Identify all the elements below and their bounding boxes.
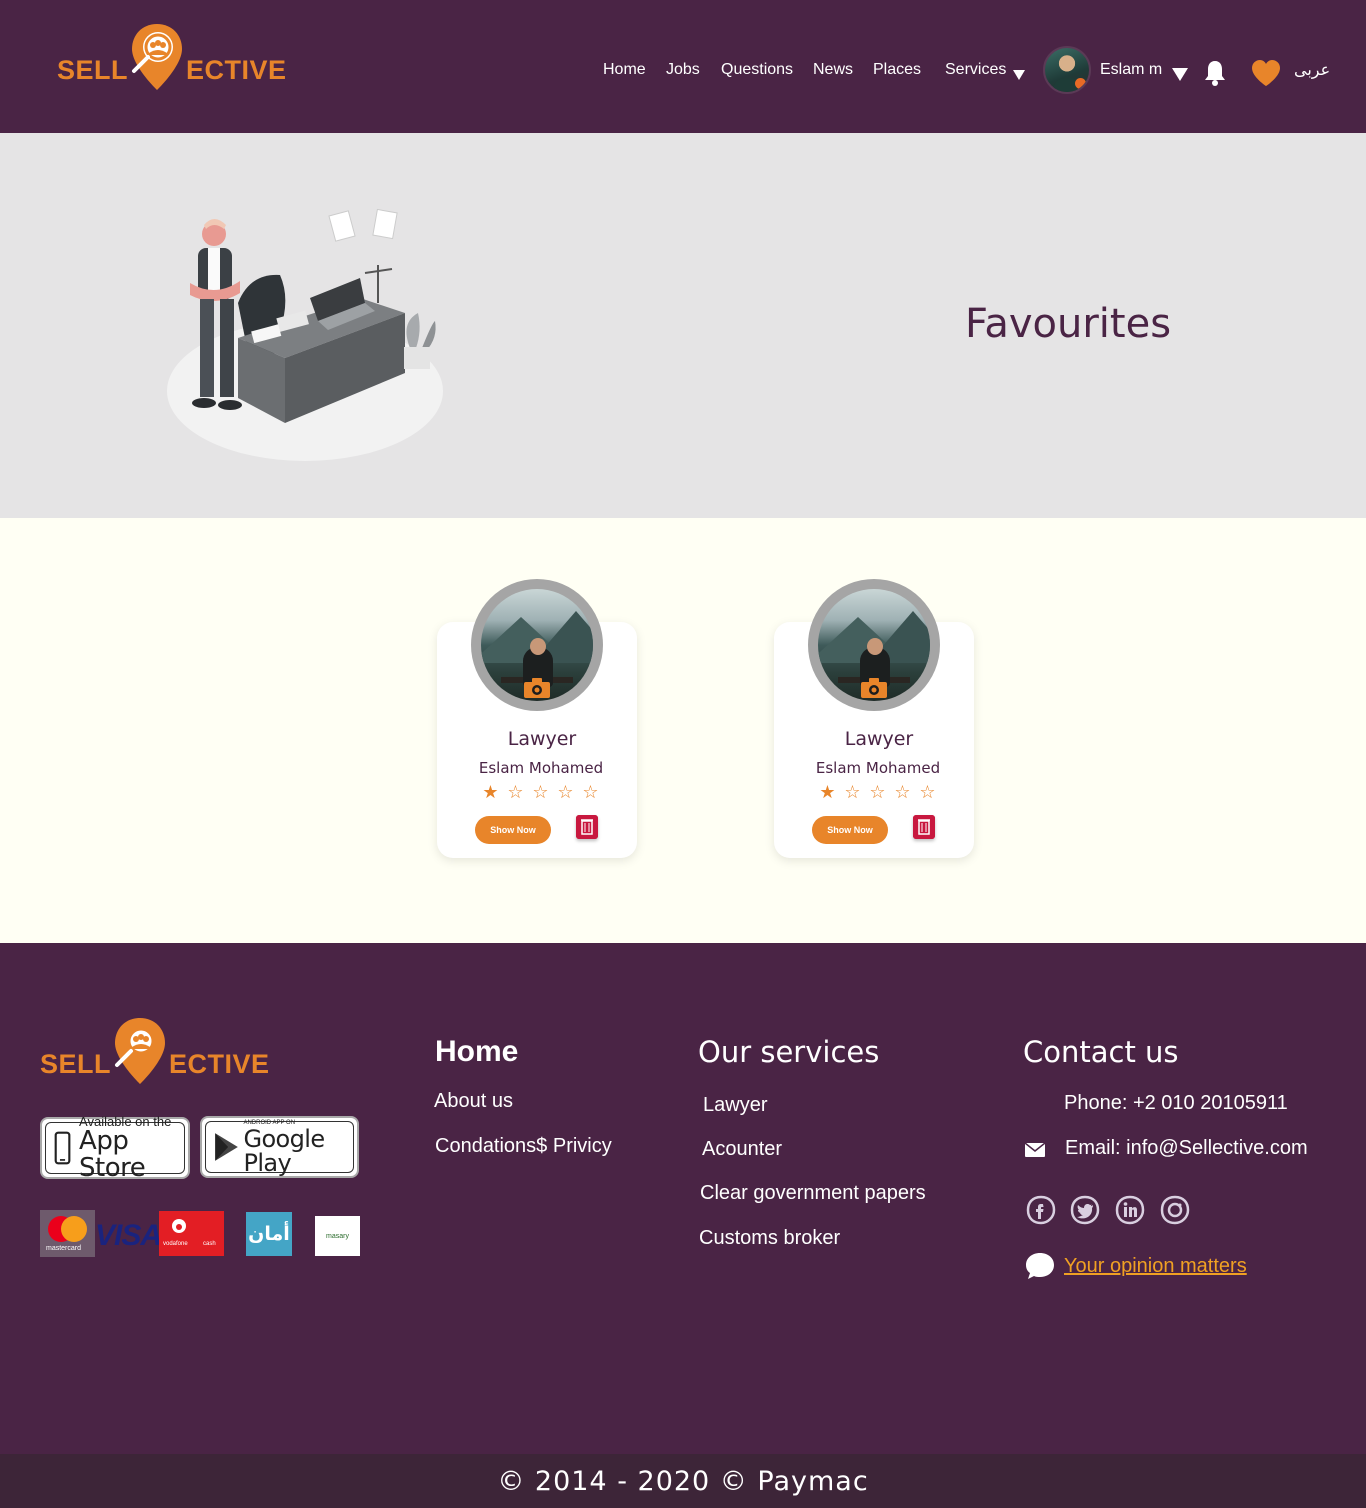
show-now-button[interactable]: Show Now (812, 816, 888, 844)
user-avatar[interactable] (1043, 46, 1091, 94)
footer-link-about[interactable]: About us (434, 1090, 513, 1113)
star-empty-icon[interactable]: ☆ (531, 783, 550, 802)
photo-person-head (867, 638, 883, 655)
footer-contact-heading: Contact us (1023, 1035, 1179, 1069)
online-status-dot (1075, 78, 1086, 89)
camera-icon[interactable] (523, 677, 551, 699)
star-filled-icon[interactable]: ★ (481, 783, 500, 802)
contact-email[interactable]: Email: info@Sellective.com (1065, 1137, 1308, 1160)
mastercard-circles-icon (48, 1216, 87, 1242)
cash-text: cash (203, 1241, 216, 1247)
app-store-big-text: App Store (79, 1125, 146, 1183)
feedback-link[interactable]: Your opinion matters (1064, 1255, 1247, 1278)
mastercard-logo: mastercard (40, 1210, 95, 1257)
logo-text-right: ECTIVE (169, 1048, 270, 1079)
logo-text-right: ECTIVE (186, 54, 287, 85)
footer-link-government-papers[interactable]: Clear government papers (700, 1182, 926, 1205)
contact-phone[interactable]: Phone: +2 010 20105911 (1064, 1092, 1288, 1115)
star-empty-icon[interactable]: ☆ (893, 783, 912, 802)
show-now-button[interactable]: Show Now (475, 816, 551, 844)
page-title: Favourites (965, 301, 1172, 347)
footer-logo[interactable]: SELL ECTIVE (40, 1016, 270, 1086)
phone-icon (54, 1131, 71, 1165)
footer-link-customs-broker[interactable]: Customs broker (699, 1227, 840, 1250)
copyright-bar: © 2014 - 2020 © Paymac (0, 1454, 1366, 1508)
card-role: Lawyer (844, 728, 914, 750)
mastercard-text: mastercard (46, 1245, 82, 1252)
logo-text-left: SELL (57, 54, 129, 85)
card-name: Eslam Mohamed (815, 759, 941, 777)
vodafone-icon (172, 1219, 186, 1233)
site-footer: SELL ECTIVE Available on the App Store A… (0, 943, 1366, 1454)
photo-person-head (530, 638, 546, 655)
nav-home[interactable]: Home (603, 61, 646, 79)
star-empty-icon[interactable]: ☆ (556, 783, 575, 802)
camera-icon[interactable] (860, 677, 888, 699)
mail-icon (1025, 1143, 1045, 1157)
star-empty-icon[interactable]: ☆ (868, 783, 887, 802)
app-store-badge-inner: Available on the App Store (45, 1115, 185, 1181)
google-play-badge[interactable]: ANDROID APP ON Google Play (200, 1116, 359, 1178)
hero-banner: Favourites (0, 133, 1366, 518)
logo-pin-icon (132, 24, 183, 90)
card-role: Lawyer (507, 728, 577, 750)
profile-photo (471, 579, 603, 711)
favourites-section: Lawyer Eslam Mohamed ★ ☆ ☆ ☆ ☆ Show Now (0, 518, 1366, 943)
twitter-icon[interactable] (1070, 1195, 1100, 1225)
chat-bubble-icon[interactable] (1025, 1251, 1055, 1281)
instagram-icon[interactable] (1160, 1195, 1190, 1225)
facebook-icon[interactable] (1026, 1195, 1056, 1225)
heart-icon[interactable] (1250, 58, 1282, 88)
favourite-card: Lawyer Eslam Mohamed ★ ☆ ☆ ☆ ☆ Show Now (437, 579, 637, 858)
google-play-badge-inner: ANDROID APP ON Google Play (205, 1120, 354, 1177)
visa-logo: VISA (95, 1219, 162, 1252)
delete-trash-icon[interactable] (913, 815, 935, 839)
card-name: Eslam Mohamed (478, 759, 604, 777)
brand-logo[interactable]: SELL ECTIVE (57, 22, 287, 92)
delete-trash-icon[interactable] (576, 815, 598, 839)
user-menu-chevron-down-icon[interactable] (1172, 68, 1188, 81)
logo-pin-icon (115, 1018, 166, 1084)
rating-stars: ★ ☆ ☆ ☆ ☆ (481, 783, 600, 802)
profile-photo (808, 579, 940, 711)
footer-link-accounter[interactable]: Acounter (702, 1138, 782, 1161)
lawyer-office-illustration (167, 208, 443, 461)
vodafone-cash-logo: vodafone cash (159, 1211, 224, 1256)
nav-news[interactable]: News (813, 61, 853, 79)
logo-text-left: SELL (40, 1048, 112, 1079)
services-chevron-down-icon[interactable] (1013, 70, 1025, 80)
favourite-card: Lawyer Eslam Mohamed ★ ☆ ☆ ☆ ☆ Show Now (774, 579, 974, 858)
linkedin-icon[interactable] (1115, 1195, 1145, 1225)
masary-logo: masary (315, 1216, 360, 1256)
footer-link-lawyer[interactable]: Lawyer (703, 1094, 767, 1117)
footer-home-heading[interactable]: Home (435, 1035, 518, 1069)
language-switch[interactable]: عربى (1294, 60, 1330, 80)
star-empty-icon[interactable]: ☆ (581, 783, 600, 802)
nav-questions[interactable]: Questions (721, 61, 793, 79)
top-navbar: SELL ECTIVE Home Jobs Questions News Pla… (0, 0, 1366, 133)
app-store-badge[interactable]: Available on the App Store (40, 1115, 190, 1181)
aman-logo: أمان (246, 1212, 292, 1256)
nav-jobs[interactable]: Jobs (666, 61, 700, 79)
star-empty-icon[interactable]: ☆ (843, 783, 862, 802)
google-play-big-text: Google Play (243, 1125, 325, 1177)
nav-services[interactable]: Services (945, 61, 1006, 79)
rating-stars: ★ ☆ ☆ ☆ ☆ (818, 783, 937, 802)
star-empty-icon[interactable]: ☆ (506, 783, 525, 802)
copyright-text: © 2014 - 2020 © Paymac (497, 1465, 869, 1497)
user-name[interactable]: Eslam m (1100, 61, 1162, 79)
bell-icon[interactable] (1203, 59, 1227, 87)
footer-services-heading: Our services (698, 1035, 880, 1069)
play-store-icon (215, 1133, 238, 1161)
star-empty-icon[interactable]: ☆ (918, 783, 937, 802)
footer-link-privacy[interactable]: Condations$ Privicy (435, 1135, 612, 1158)
nav-places[interactable]: Places (873, 61, 921, 79)
vodafone-text: vodafone (163, 1241, 188, 1247)
star-filled-icon[interactable]: ★ (818, 783, 837, 802)
